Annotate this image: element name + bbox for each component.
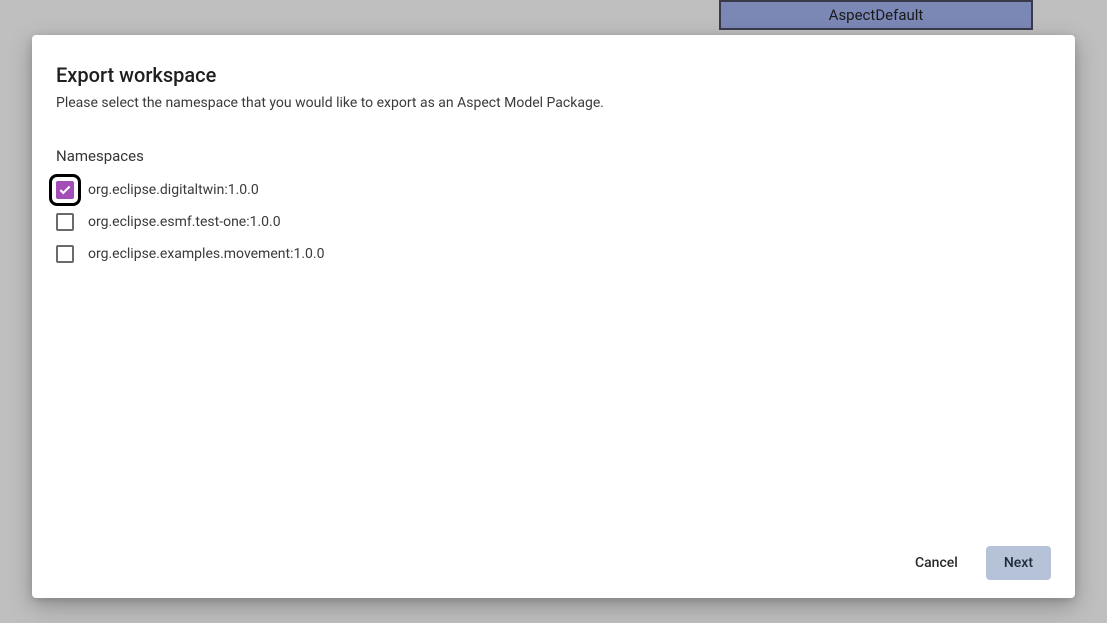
next-button[interactable]: Next [986, 546, 1051, 580]
background-node-label: AspectDefault [829, 6, 924, 24]
namespace-checkbox[interactable] [56, 181, 74, 199]
checkbox-wrap [56, 245, 74, 263]
modal-footer: Cancel Next [56, 546, 1051, 580]
namespace-checkbox[interactable] [56, 245, 74, 263]
checkbox-wrap [56, 181, 74, 199]
namespaces-section-label: Namespaces [56, 147, 1051, 165]
modal-title: Export workspace [56, 63, 1051, 87]
checkbox-wrap [56, 213, 74, 231]
checkmark-icon [58, 183, 72, 197]
namespace-checkbox[interactable] [56, 213, 74, 231]
namespace-list: org.eclipse.digitaltwin:1.0.0 org.eclips… [56, 181, 1051, 546]
export-workspace-modal: Export workspace Please select the names… [32, 35, 1075, 598]
namespace-label: org.eclipse.digitaltwin:1.0.0 [88, 182, 259, 198]
namespace-item: org.eclipse.examples.movement:1.0.0 [56, 245, 1051, 263]
modal-subtitle: Please select the namespace that you wou… [56, 95, 1051, 111]
namespace-item: org.eclipse.esmf.test-one:1.0.0 [56, 213, 1051, 231]
cancel-button[interactable]: Cancel [897, 546, 976, 580]
namespace-label: org.eclipse.esmf.test-one:1.0.0 [88, 214, 281, 230]
modal-header: Export workspace Please select the names… [56, 63, 1051, 111]
namespace-label: org.eclipse.examples.movement:1.0.0 [88, 246, 324, 262]
background-aspect-node: AspectDefault [719, 0, 1033, 30]
namespace-item: org.eclipse.digitaltwin:1.0.0 [56, 181, 1051, 199]
